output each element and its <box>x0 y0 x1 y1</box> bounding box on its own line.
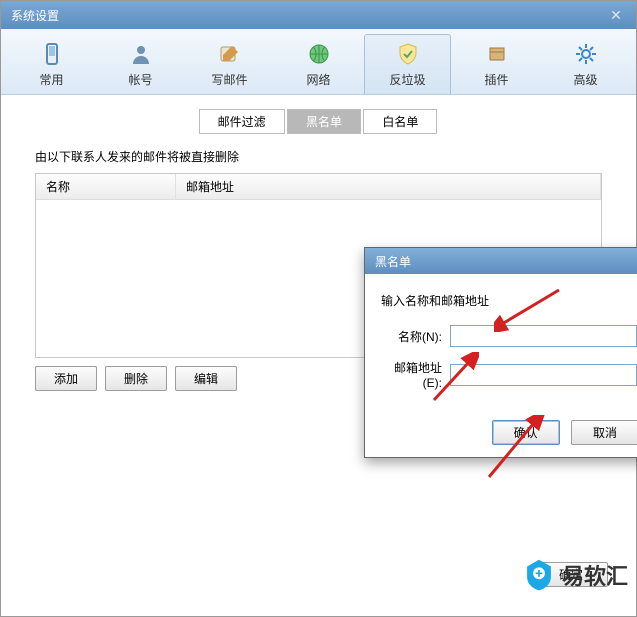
toolbar-advanced-label: 高级 <box>573 71 597 88</box>
toolbar-account-label: 帐号 <box>128 71 152 88</box>
dialog-cancel-button[interactable]: 取消 <box>571 420 637 445</box>
remove-button[interactable]: 删除 <box>105 366 167 391</box>
blacklist-description: 由以下联系人发来的邮件将被直接删除 <box>35 148 602 165</box>
shield-icon <box>395 41 421 67</box>
toolbar-compose[interactable]: 写邮件 <box>186 34 273 94</box>
blacklist-dialog: 黑名单 输入名称和邮箱地址 名称(N): 邮箱地址(E): 确认 取消 <box>364 247 637 458</box>
globe-icon <box>306 41 332 67</box>
window-titlebar: 系统设置 ✕ <box>1 1 636 29</box>
close-icon: ✕ <box>610 7 622 24</box>
dialog-title: 黑名单 <box>375 253 411 270</box>
gear-icon <box>573 41 599 67</box>
toolbar-plugin[interactable]: 插件 <box>453 34 540 94</box>
watermark-text: 易软汇 <box>562 559 628 591</box>
toolbar-account[interactable]: 帐号 <box>97 34 184 94</box>
name-input[interactable] <box>450 325 637 347</box>
tab-filter[interactable]: 邮件过滤 <box>199 109 285 134</box>
toolbar-network[interactable]: 网络 <box>275 34 362 94</box>
dialog-ok-button[interactable]: 确认 <box>492 420 560 445</box>
subtabs: 邮件过滤 黑名单 白名单 <box>21 109 616 134</box>
add-button[interactable]: 添加 <box>35 366 97 391</box>
edit-button[interactable]: 编辑 <box>175 366 237 391</box>
watermark: 易软汇 <box>522 558 628 592</box>
email-input[interactable] <box>450 364 637 386</box>
toolbar-compose-label: 写邮件 <box>211 71 247 88</box>
phone-icon <box>39 41 65 67</box>
tab-blacklist[interactable]: 黑名单 <box>287 109 361 134</box>
toolbar-general-label: 常用 <box>39 71 63 88</box>
close-button[interactable]: ✕ <box>602 5 630 25</box>
toolbar-antispam-label: 反垃圾 <box>389 71 425 88</box>
tab-whitelist[interactable]: 白名单 <box>363 109 437 134</box>
column-name[interactable]: 名称 <box>36 174 176 199</box>
window-title: 系统设置 <box>11 7 59 24</box>
toolbar-advanced[interactable]: 高级 <box>542 34 629 94</box>
dialog-prompt: 输入名称和邮箱地址 <box>381 292 637 309</box>
toolbar-general[interactable]: 常用 <box>8 34 95 94</box>
toolbar: 常用 帐号 写邮件 网络 反垃圾 插件 高级 <box>1 29 636 95</box>
compose-icon <box>217 41 243 67</box>
dialog-actions: 确认 取消 <box>365 412 637 457</box>
toolbar-network-label: 网络 <box>306 71 330 88</box>
plugin-icon <box>484 41 510 67</box>
dialog-titlebar: 黑名单 <box>365 248 637 274</box>
name-label: 名称(N): <box>381 328 450 345</box>
toolbar-antispam[interactable]: 反垃圾 <box>364 34 451 94</box>
person-icon <box>128 41 154 67</box>
email-label: 邮箱地址(E): <box>381 359 450 390</box>
table-header: 名称 邮箱地址 <box>36 174 601 200</box>
watermark-icon <box>522 558 556 592</box>
toolbar-plugin-label: 插件 <box>484 71 508 88</box>
column-email[interactable]: 邮箱地址 <box>176 174 601 199</box>
